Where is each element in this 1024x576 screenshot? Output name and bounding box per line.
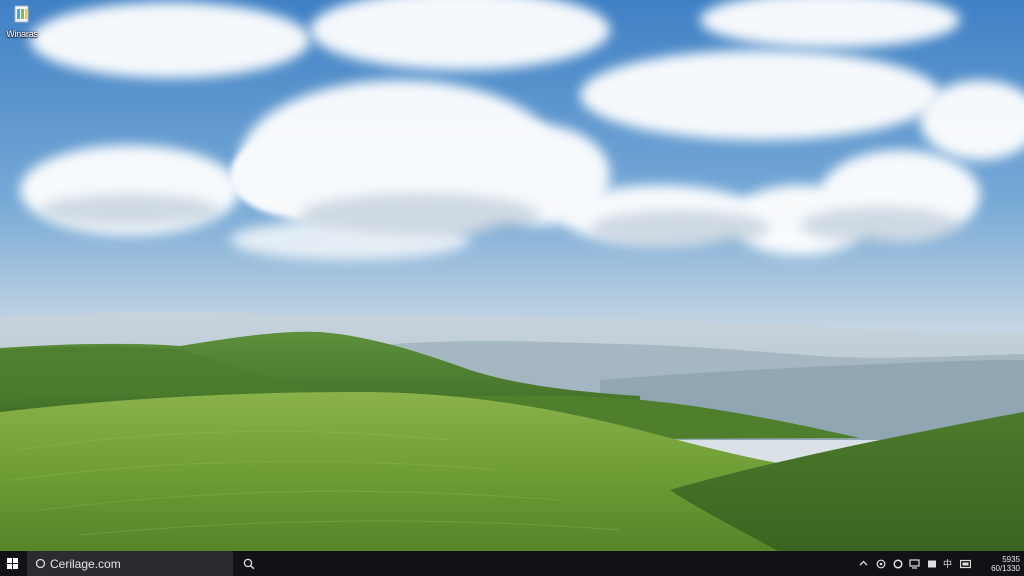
network-icon[interactable] xyxy=(874,557,887,570)
chevron-up-icon[interactable] xyxy=(857,557,870,570)
windows-logo-icon xyxy=(7,558,18,569)
settings-icon[interactable] xyxy=(891,557,904,570)
clock[interactable]: 5935 60/1330 xyxy=(976,551,1024,576)
desktop-icon-recycle-bin[interactable]: Winaras xyxy=(2,3,42,41)
search-icon xyxy=(35,558,46,569)
clock-date: 60/1330 xyxy=(991,563,1020,573)
tablet-icon[interactable] xyxy=(925,557,938,570)
desktop: Winaras Cerilage.com 中 5935 60/1330 xyxy=(0,0,1024,576)
taskbar: Cerilage.com 中 5935 60/1330 xyxy=(0,551,1024,576)
keyboard-icon[interactable] xyxy=(959,557,972,570)
clock-time: 5935 xyxy=(1002,554,1020,564)
system-tray: 中 5935 60/1330 xyxy=(857,551,1024,576)
svg-text:中: 中 xyxy=(943,558,952,569)
search-box[interactable]: Cerilage.com xyxy=(27,551,233,576)
recycle-bin-icon xyxy=(13,4,31,24)
input-icon[interactable]: 中 xyxy=(942,557,955,570)
start-button[interactable] xyxy=(0,551,25,576)
display-icon[interactable] xyxy=(908,557,921,570)
desktop-icon-label: Winaras xyxy=(6,29,38,39)
search-icon xyxy=(243,558,255,569)
wallpaper xyxy=(0,0,1024,576)
search-text: Cerilage.com xyxy=(50,556,121,571)
taskbar-search-button[interactable] xyxy=(241,556,257,572)
